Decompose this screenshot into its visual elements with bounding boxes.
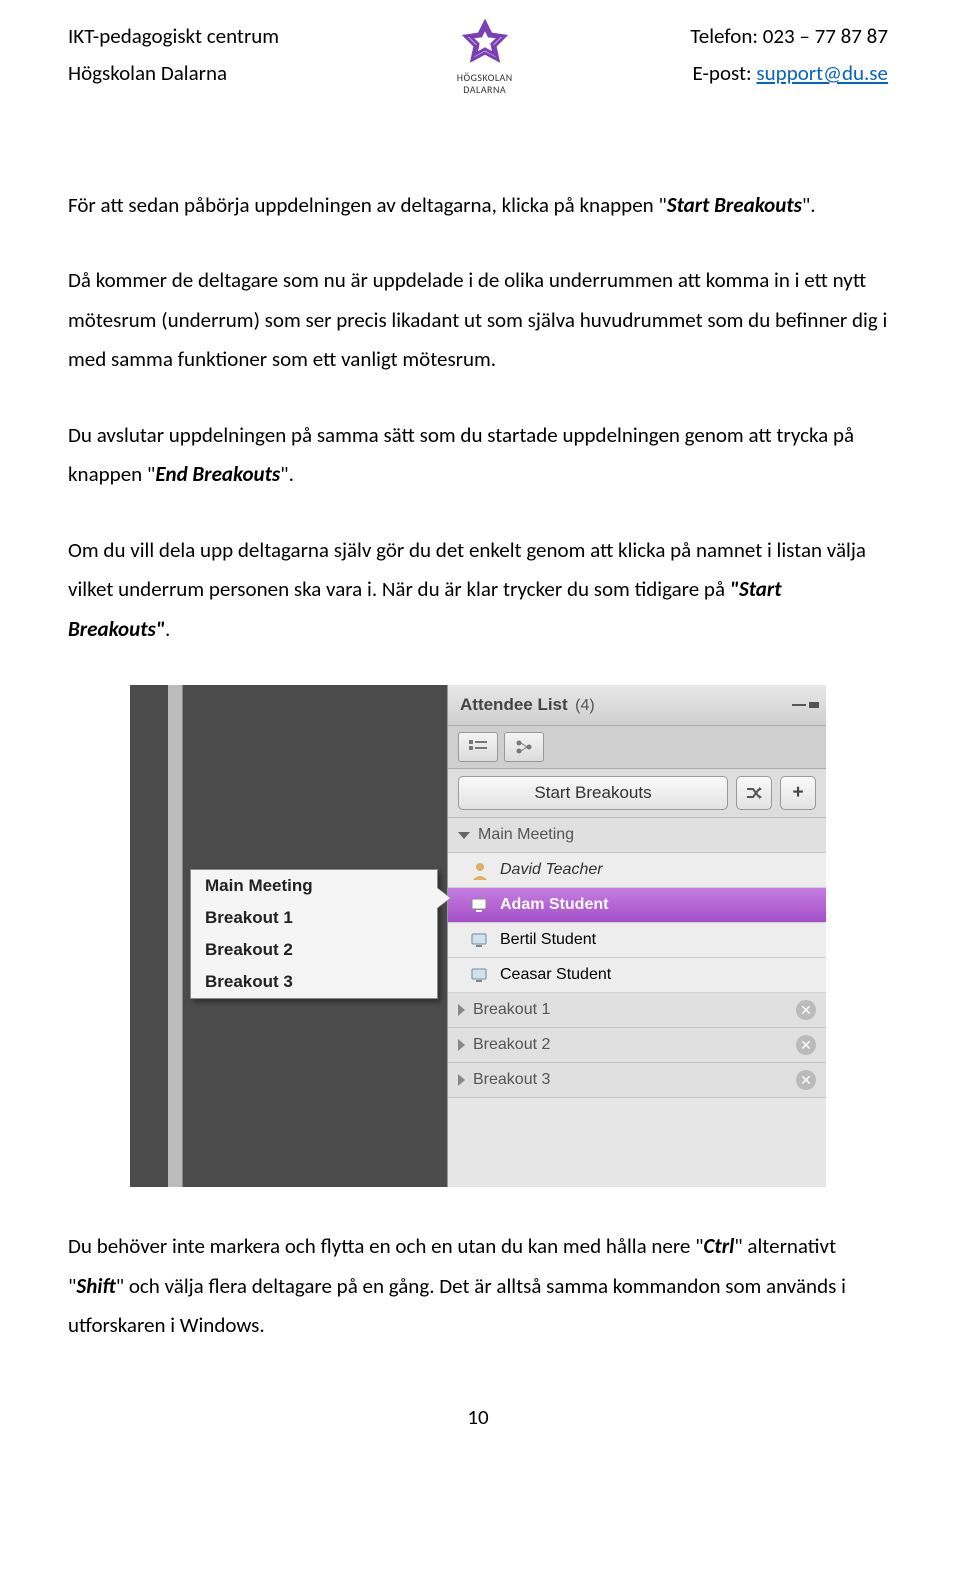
header-school: Högskolan Dalarna [68,55,279,92]
header-email: E-post: support@du.se [690,55,888,92]
attendee-list-screenshot: Attendee List (4) [130,685,826,1187]
attendee-row[interactable]: Ceasar Student [448,958,826,993]
section-breakout[interactable]: Breakout 1 ✕ [448,993,826,1028]
paragraph-5: Du behöver inte markera och flytta en oc… [68,1227,888,1345]
tooltip-item[interactable]: Breakout 1 [191,902,437,934]
panel-menu-icon[interactable] [792,700,814,710]
paragraph-3: Du avslutar uppdelningen på samma sätt s… [68,416,888,495]
attendee-panel: Attendee List (4) [447,685,826,1187]
header-org: IKT-pedagogiskt centrum [68,18,279,55]
participant-icon [470,930,490,950]
chevron-right-icon [458,1039,465,1051]
panel-tools: Start Breakouts + [448,769,826,818]
page-number: 10 [68,1404,888,1430]
remove-icon[interactable]: ✕ [796,1035,816,1055]
panel-count: (4) [575,697,595,714]
panel-view-switch [448,726,826,769]
attendee-row-selected[interactable]: Adam Student [448,888,826,923]
panel-title: Attendee List [460,695,568,714]
attendee-row[interactable]: Bertil Student [448,923,826,958]
add-button[interactable]: + [780,776,816,810]
chevron-down-icon [458,832,470,839]
room-tooltip: Main Meeting Breakout 1 Breakout 2 Break… [190,869,438,999]
shuffle-icon[interactable] [736,776,772,810]
paragraph-4: Om du vill dela upp deltagarna själv gör… [68,531,888,649]
remove-icon[interactable]: ✕ [796,1000,816,1020]
tooltip-item[interactable]: Main Meeting [191,870,437,902]
logo-icon [459,18,511,70]
host-icon [470,860,490,880]
page-header: IKT-pedagogiskt centrum Högskolan Dalarn… [68,18,888,96]
chevron-right-icon [458,1004,465,1016]
start-breakouts-button[interactable]: Start Breakouts [458,776,728,810]
panel-header: Attendee List (4) [448,685,826,726]
paragraph-1: För att sedan påbörja uppdelningen av de… [68,186,888,225]
section-breakout[interactable]: Breakout 2 ✕ [448,1028,826,1063]
attendee-row[interactable]: David Teacher [448,853,826,888]
paragraph-2: Då kommer de deltagare som nu är uppdela… [68,261,888,379]
section-main-meeting[interactable]: Main Meeting [448,818,826,853]
view-tree-icon[interactable] [504,732,544,762]
tooltip-item[interactable]: Breakout 3 [191,966,437,998]
remove-icon[interactable]: ✕ [796,1070,816,1090]
participant-icon [470,965,490,985]
view-list-icon[interactable] [458,732,498,762]
header-phone: Telefon: 023 – 77 87 87 [690,18,888,55]
email-link[interactable]: support@du.se [756,60,888,86]
participant-icon [470,895,490,915]
tooltip-item[interactable]: Breakout 2 [191,934,437,966]
section-breakout[interactable]: Breakout 3 ✕ [448,1063,826,1098]
chevron-right-icon [458,1074,465,1086]
logo-text-2: DALARNA [457,84,513,96]
